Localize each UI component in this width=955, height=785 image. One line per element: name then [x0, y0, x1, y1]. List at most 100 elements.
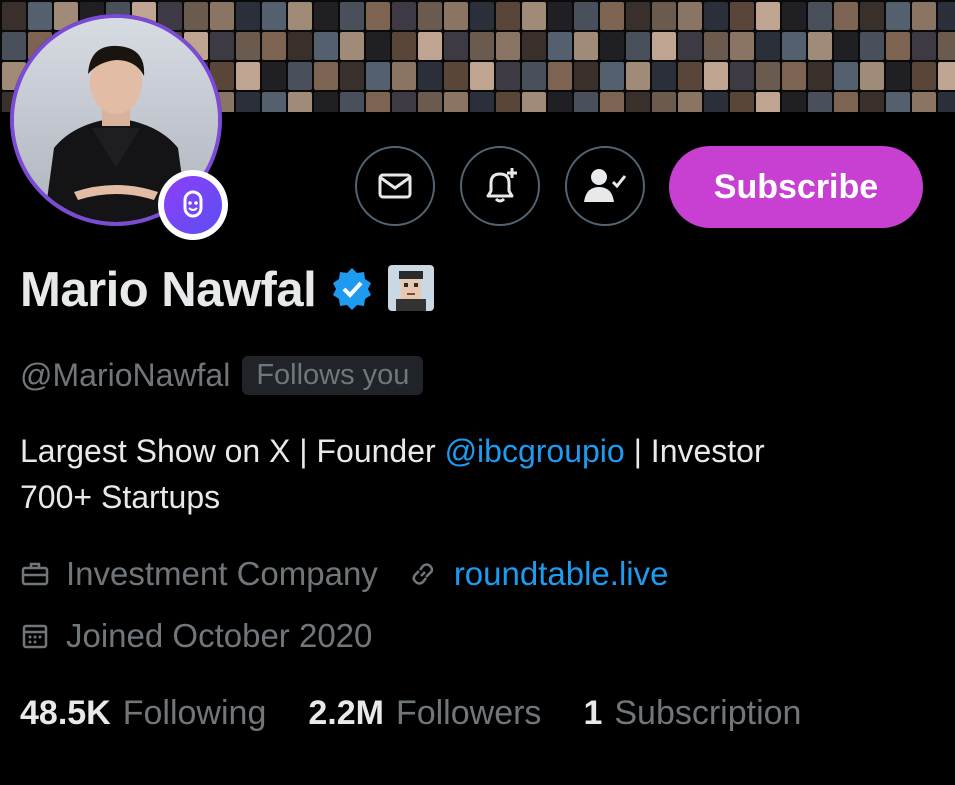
bio-line-2: 700+ Startups — [20, 479, 221, 515]
banner-tile — [444, 62, 468, 90]
banner-tile — [600, 32, 624, 60]
mail-icon — [378, 173, 412, 199]
pixel-avatar-icon[interactable] — [388, 264, 435, 316]
message-button[interactable] — [355, 146, 435, 226]
subscriptions-label: Subscription — [614, 693, 802, 732]
bio-text: Largest Show on X | Founder — [20, 433, 445, 469]
banner-tile — [548, 62, 572, 90]
banner-tile — [938, 62, 955, 90]
banner-tile — [366, 32, 390, 60]
banner-tile — [652, 62, 676, 90]
followers-label: Followers — [395, 693, 542, 732]
banner-tile — [730, 2, 754, 30]
joined-row: Joined October 2020 — [20, 614, 372, 658]
banner-tile — [912, 92, 936, 112]
banner-tile — [626, 32, 650, 60]
banner-tile — [366, 92, 390, 112]
followers-count: 2.2M — [308, 693, 384, 732]
banner-tile — [236, 32, 260, 60]
banner-tile — [314, 92, 338, 112]
banner-tile — [704, 2, 728, 30]
banner-tile — [600, 92, 624, 112]
banner-tile — [860, 32, 884, 60]
banner-tile — [678, 62, 702, 90]
banner-tile — [366, 62, 390, 90]
banner-tile — [496, 32, 520, 60]
banner-tile — [262, 32, 286, 60]
banner-tile — [808, 32, 832, 60]
banner-tile — [470, 2, 494, 30]
banner-tile — [704, 62, 728, 90]
banner-tile — [912, 2, 936, 30]
banner-tile — [938, 2, 955, 30]
banner-tile — [340, 2, 364, 30]
banner-tile — [626, 62, 650, 90]
category-item: Investment Company — [20, 555, 378, 593]
banner-tile — [366, 2, 390, 30]
followers-stat[interactable]: 2.2M Followers — [308, 694, 541, 733]
banner-tile — [886, 92, 910, 112]
website-item[interactable]: roundtable.live — [408, 555, 669, 593]
banner-tile — [912, 62, 936, 90]
banner-tile — [418, 2, 442, 30]
banner-tile — [756, 2, 780, 30]
banner-tile — [418, 32, 442, 60]
banner-tile — [574, 62, 598, 90]
following-stat[interactable]: 48.5K Following — [20, 694, 266, 733]
handle-row: @MarioNawfal Follows you — [20, 354, 424, 396]
bio: Largest Show on X | Founder @ibcgroupio … — [20, 428, 920, 520]
website-link[interactable]: roundtable.live — [454, 555, 669, 593]
profile-avatar[interactable] — [10, 14, 228, 240]
banner-tile — [548, 92, 572, 112]
banner-tile — [340, 32, 364, 60]
banner-tile — [236, 2, 260, 30]
banner-tile — [496, 2, 520, 30]
banner-tile — [860, 2, 884, 30]
banner-tile — [730, 92, 754, 112]
banner-tile — [678, 32, 702, 60]
following-count: 48.5K — [20, 693, 111, 732]
banner-tile — [756, 62, 780, 90]
joined-date: Joined October 2020 — [66, 617, 373, 654]
banner-tile — [626, 92, 650, 112]
following-label: Following — [122, 693, 267, 732]
subscribe-button[interactable]: Subscribe — [669, 146, 923, 228]
verified-badge-icon[interactable] — [330, 266, 374, 315]
banner-tile — [782, 32, 806, 60]
briefcase-icon — [21, 562, 49, 586]
banner-tile — [938, 32, 955, 60]
banner-tile — [600, 2, 624, 30]
banner-tile — [496, 92, 520, 112]
bio-mention-link[interactable]: @ibcgroupio — [445, 433, 625, 469]
banner-tile — [886, 62, 910, 90]
profile-meta: Investment Company roundtable.live — [20, 552, 668, 596]
banner-tile — [912, 32, 936, 60]
banner-tile — [522, 62, 546, 90]
banner-tile — [808, 92, 832, 112]
banner-tile — [470, 92, 494, 112]
banner-tile — [288, 62, 312, 90]
banner-tile — [392, 2, 416, 30]
banner-tile — [574, 92, 598, 112]
banner-tile — [314, 32, 338, 60]
calendar-icon — [22, 624, 48, 649]
banner-tile — [600, 62, 624, 90]
name-row: Mario Nawfal — [20, 262, 435, 318]
banner-tile — [392, 32, 416, 60]
spaces-mic-icon — [164, 176, 222, 234]
banner-tile — [756, 92, 780, 112]
username: @MarioNawfal — [20, 356, 231, 393]
banner-tile — [444, 2, 468, 30]
banner-tile — [730, 62, 754, 90]
following-button[interactable] — [565, 146, 645, 226]
banner-tile — [418, 62, 442, 90]
bell-plus-icon — [486, 168, 517, 203]
banner-tile — [834, 2, 858, 30]
subscriptions-stat[interactable]: 1 Subscription — [583, 694, 801, 733]
banner-tile — [340, 62, 364, 90]
banner-tile — [288, 92, 312, 112]
notifications-button[interactable] — [460, 146, 540, 226]
spaces-badge[interactable] — [158, 170, 228, 240]
banner-tile — [652, 32, 676, 60]
banner-tile — [444, 92, 468, 112]
